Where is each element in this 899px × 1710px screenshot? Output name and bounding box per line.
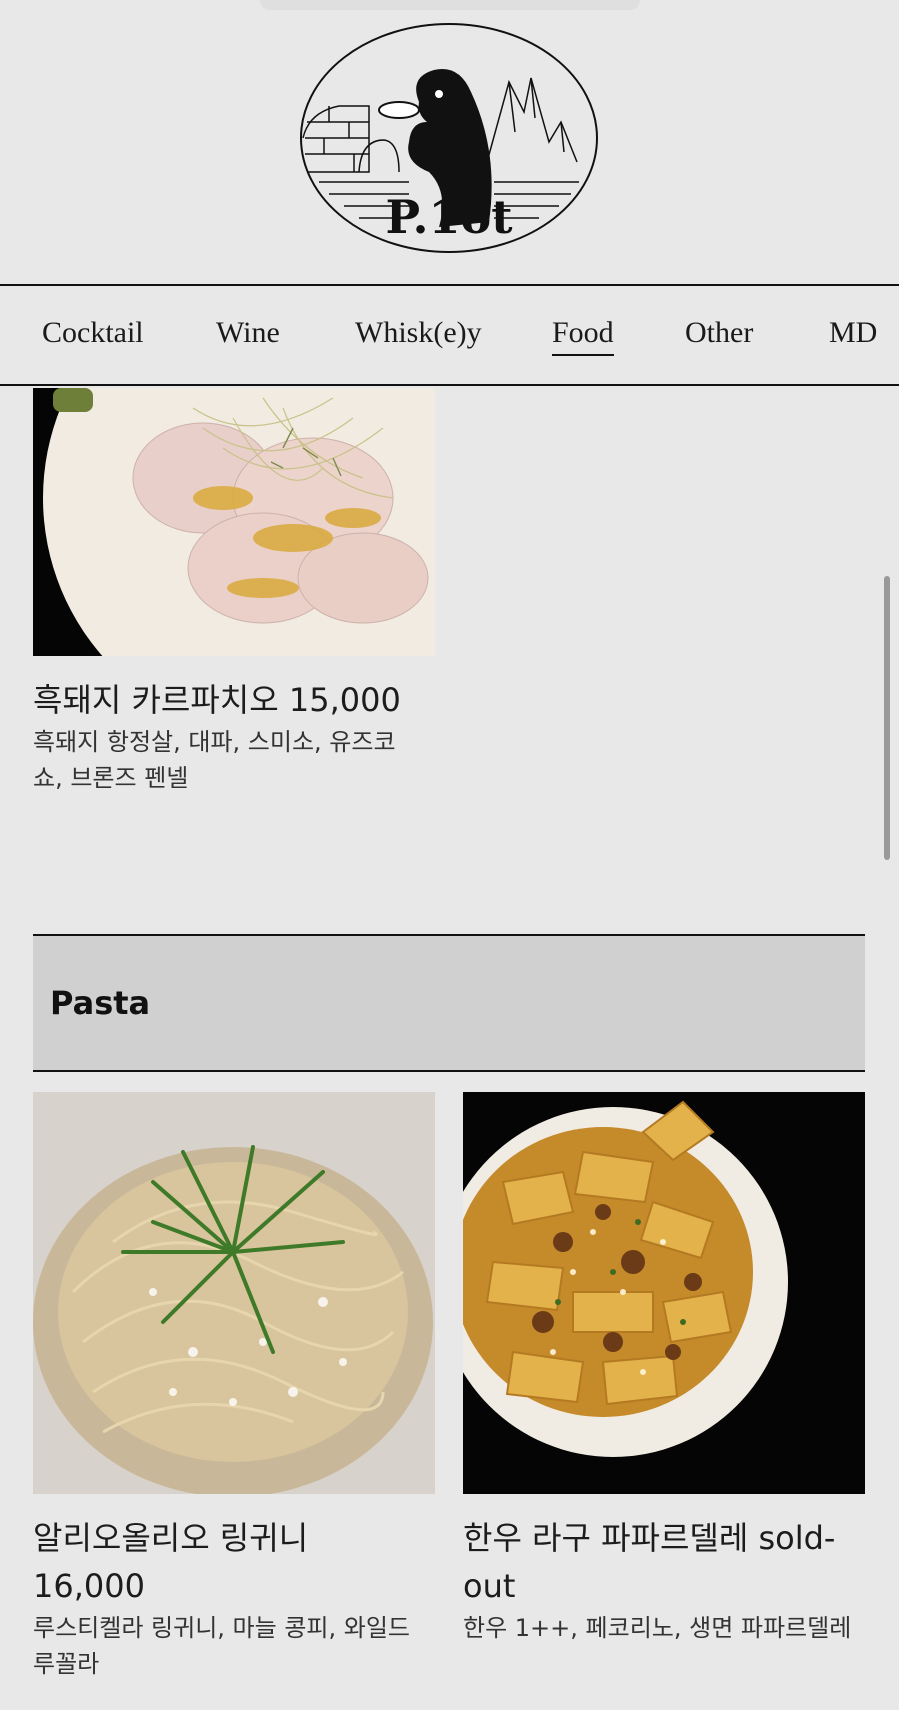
nav-item-food[interactable]: Food: [552, 316, 614, 356]
scrollbar-thumb[interactable]: [884, 576, 890, 860]
carpaccio-title: 흑돼지 카르파치오 15,000: [33, 681, 401, 719]
aglio-olio-desc-line1: 루스티켈라 링귀니, 마늘 콩피, 와일드: [33, 1614, 410, 1642]
carpaccio-image: [33, 388, 435, 656]
aglio-olio-image: [33, 1092, 435, 1494]
carpaccio-desc-line1: 흑돼지 항정살, 대파, 스미소, 유즈코: [33, 728, 396, 756]
nav-item-whiskey[interactable]: Whisk(e)y: [355, 316, 482, 354]
carpaccio-desc-line2: 쇼, 브론즈 펜넬: [33, 764, 189, 792]
carpaccio-photo[interactable]: [33, 388, 435, 656]
nav-item-md[interactable]: MD: [829, 316, 877, 354]
nav-item-cocktail[interactable]: Cocktail: [42, 316, 144, 354]
section-header-pasta: Pasta: [33, 934, 865, 1072]
ragu-title-line2: out: [463, 1567, 516, 1605]
aglio-olio-desc-line2: 루꼴라: [33, 1650, 100, 1678]
ragu-title-line1: 한우 라구 파파르델레 sold-: [463, 1519, 836, 1557]
aglio-olio-photo[interactable]: [33, 1092, 435, 1494]
brand-logo-text: P.1ot: [385, 190, 513, 244]
nav-item-wine[interactable]: Wine: [216, 316, 280, 354]
category-nav: Cocktail Wine Whisk(e)y Food Other MD: [0, 284, 899, 386]
aglio-olio-title-line1: 알리오올리오 링귀니: [33, 1519, 309, 1557]
ragu-pappardelle-photo[interactable]: [463, 1092, 865, 1494]
ragu-pappardelle-image: [463, 1092, 865, 1494]
ragu-desc-line1: 한우 1++, 페코리노, 생면 파파르델레: [463, 1614, 852, 1642]
header: P.1ot: [0, 0, 899, 284]
nav-item-other[interactable]: Other: [685, 316, 753, 354]
section-title: Pasta: [50, 984, 151, 1022]
brand-logo[interactable]: P.1ot: [299, 22, 599, 254]
aglio-olio-title-line2: 16,000: [33, 1567, 145, 1605]
